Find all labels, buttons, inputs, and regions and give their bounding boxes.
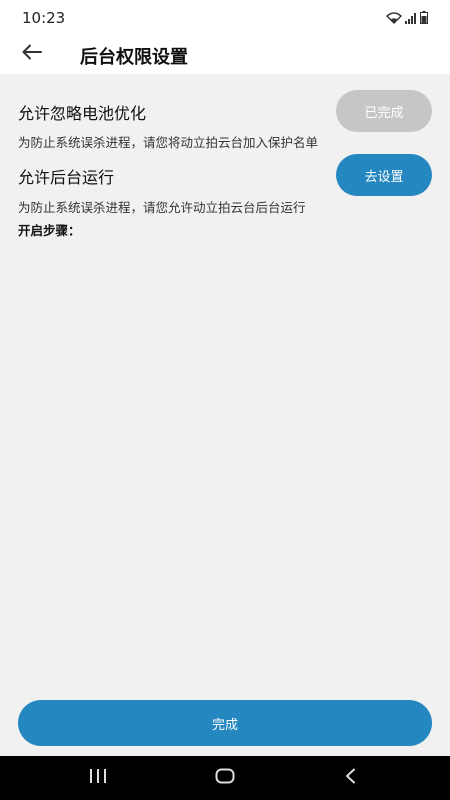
app-bar: 后台权限设置 xyxy=(0,36,450,74)
finish-button[interactable]: 完成 xyxy=(18,700,432,746)
page-title: 后台权限设置 xyxy=(80,47,188,68)
recent-apps-icon xyxy=(89,768,107,788)
battery-optimization-done-button[interactable]: 已完成 xyxy=(336,90,432,132)
background-run-setup-button[interactable]: 去设置 xyxy=(336,154,432,196)
system-nav-bar xyxy=(0,756,450,800)
background-run-description: 为防止系统误杀进程，请您允许动立拍云台后台运行 xyxy=(18,200,306,215)
wifi-icon xyxy=(385,9,403,28)
arrow-left-icon xyxy=(22,44,42,64)
background-run-title: 允许后台运行 xyxy=(18,168,115,187)
battery-icon xyxy=(420,9,428,28)
status-bar: 10:23 xyxy=(0,0,450,36)
background-run-button-label: 去设置 xyxy=(364,169,404,185)
battery-optimization-title: 允许忽略电池优化 xyxy=(18,104,147,123)
home-button[interactable] xyxy=(195,756,255,800)
nav-back-button[interactable] xyxy=(320,756,380,800)
finish-button-label: 完成 xyxy=(211,717,238,733)
status-time: 10:23 xyxy=(22,9,66,27)
steps-label: 开启步骤： xyxy=(18,223,81,238)
signal-icon xyxy=(405,9,417,28)
back-button[interactable] xyxy=(18,40,46,68)
home-icon xyxy=(215,768,235,788)
status-icons xyxy=(385,9,428,28)
battery-optimization-description: 为防止系统误杀进程，请您将动立拍云台加入保护名单 xyxy=(18,135,319,150)
battery-optimization-button-label: 已完成 xyxy=(364,105,404,121)
recent-apps-button[interactable] xyxy=(68,756,128,800)
back-icon xyxy=(344,768,356,788)
